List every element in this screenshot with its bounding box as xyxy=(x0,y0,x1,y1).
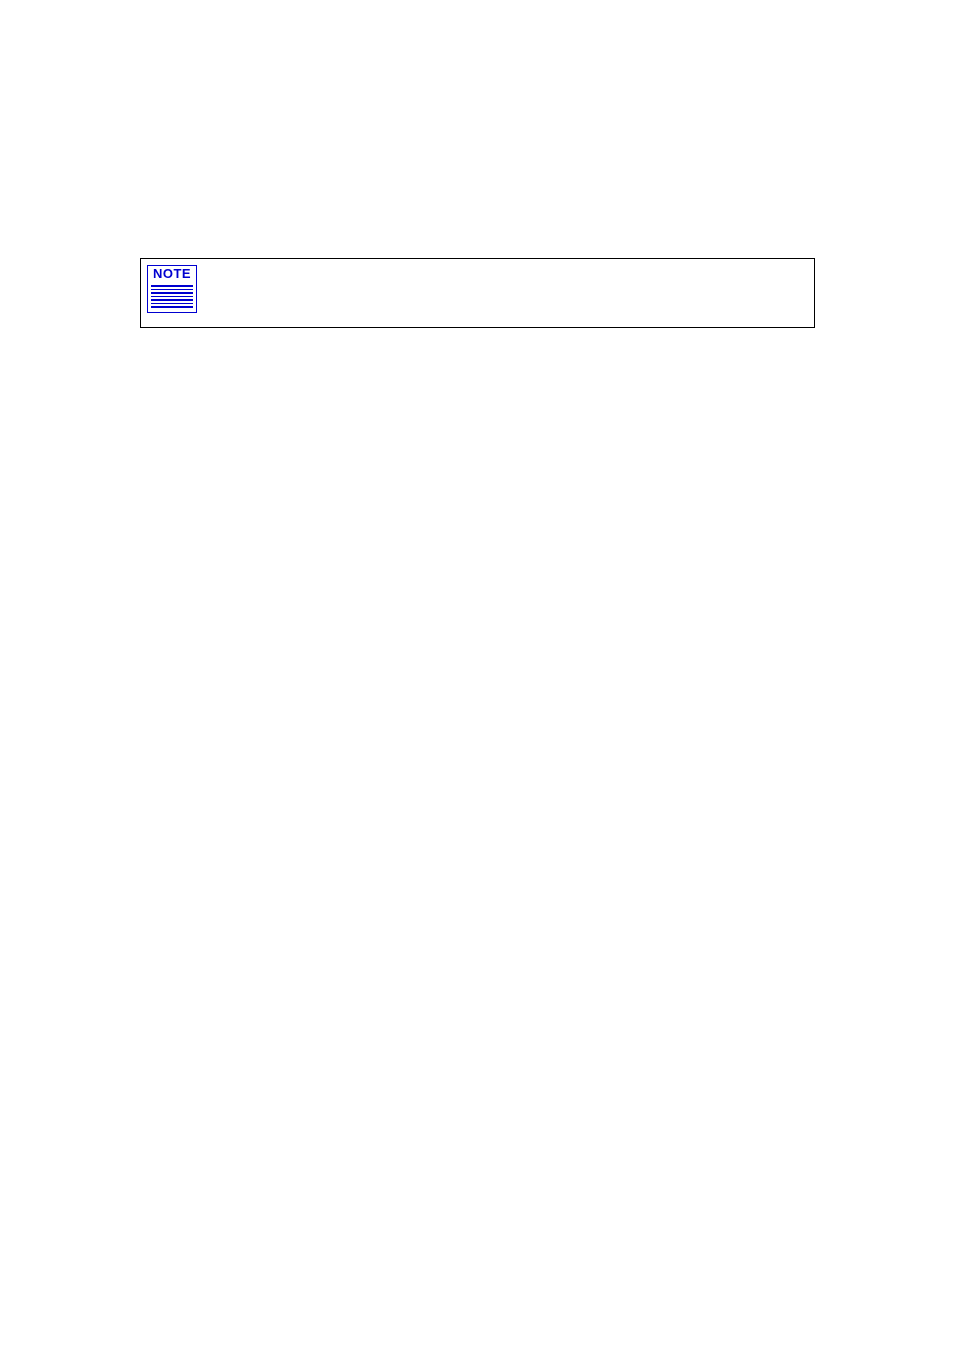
note-icon-lines xyxy=(148,282,196,312)
note-icon-label: NOTE xyxy=(148,266,196,282)
note-callout-box: NOTE xyxy=(140,258,815,328)
note-icon: NOTE xyxy=(147,265,197,313)
